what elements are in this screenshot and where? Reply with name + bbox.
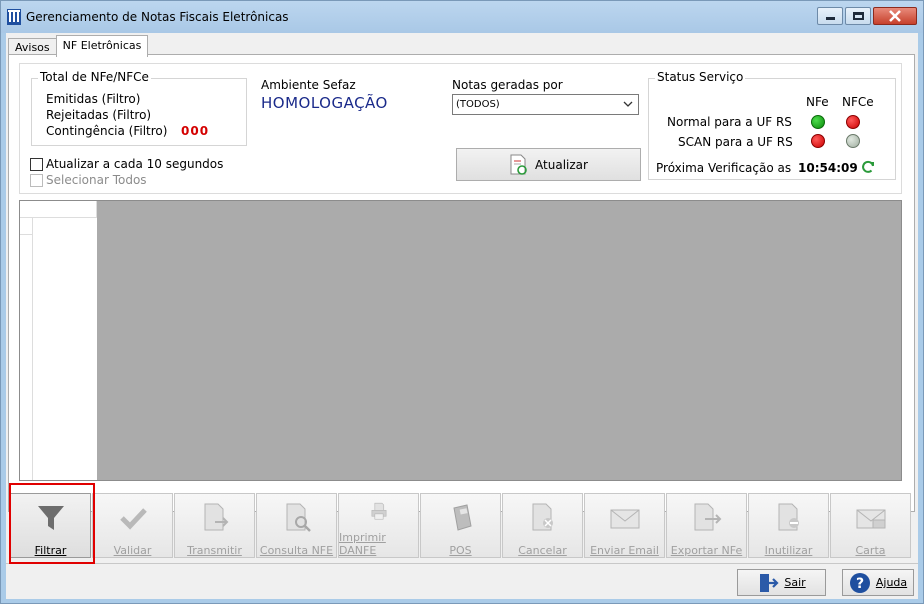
cancel-document-icon bbox=[532, 503, 553, 531]
notas-select-value: (TODOS) bbox=[456, 99, 500, 110]
app-window: Gerenciamento de Notas Fiscais Eletrônic… bbox=[0, 0, 924, 604]
pos-button[interactable]: POS bbox=[420, 493, 501, 558]
cancelar-label: Cancelar bbox=[518, 544, 567, 557]
status-row-scan: SCAN para a UF RS bbox=[678, 135, 793, 149]
grid-row-indicator bbox=[20, 218, 33, 480]
consulta-nfe-button[interactable]: Consulta NFE bbox=[256, 493, 337, 558]
help-icon: ? bbox=[849, 572, 870, 593]
status-scan-nfe-indicator bbox=[811, 134, 825, 148]
totals-group: Total de NFe/NFCe Emitidas (Filtro) Reje… bbox=[31, 70, 247, 146]
validar-label: Validar bbox=[113, 544, 152, 557]
close-button[interactable] bbox=[873, 7, 917, 25]
transmit-document-icon bbox=[204, 503, 228, 531]
refresh-icon[interactable] bbox=[860, 159, 876, 175]
notas-select[interactable]: (TODOS) bbox=[452, 94, 639, 115]
printer-icon bbox=[371, 502, 386, 520]
status-col-nfce: NFCe bbox=[842, 95, 874, 109]
totals-title: Total de NFe/NFCe bbox=[38, 70, 151, 84]
minimize-button[interactable] bbox=[817, 7, 843, 25]
maximize-button[interactable] bbox=[845, 7, 871, 25]
sair-label: Sair bbox=[784, 576, 806, 589]
footer-divider bbox=[6, 563, 918, 564]
selecionar-todos-checkbox: Selecionar Todos bbox=[30, 173, 147, 187]
grid-header bbox=[20, 201, 97, 218]
consulta-nfe-label: Consulta NFE bbox=[259, 544, 334, 557]
exit-icon bbox=[760, 573, 779, 592]
notas-label: Notas geradas por bbox=[452, 78, 563, 92]
minimize-icon bbox=[826, 17, 835, 20]
checkmark-icon bbox=[119, 508, 147, 530]
checkbox-box bbox=[30, 173, 43, 187]
cancelar-button[interactable]: Cancelar bbox=[502, 493, 583, 558]
imprimir-danfe-button[interactable]: Imprimir DANFE bbox=[338, 493, 419, 558]
void-document-icon bbox=[778, 503, 799, 531]
client-area: Avisos NF Eletrônicas Total de NFe/NFCe … bbox=[6, 33, 918, 599]
ambiente-label: Ambiente Sefaz bbox=[261, 78, 356, 92]
svg-text:?: ? bbox=[856, 576, 864, 592]
contingencia-label: Contingência (Filtro) bbox=[46, 124, 168, 138]
emitidas-label: Emitidas (Filtro) bbox=[46, 92, 141, 106]
exportar-nfe-label: Exportar NFe bbox=[670, 544, 743, 557]
refresh-document-icon bbox=[510, 154, 527, 175]
title-bar: Gerenciamento de Notas Fiscais Eletrônic… bbox=[1, 1, 923, 33]
window-title: Gerenciamento de Notas Fiscais Eletrônic… bbox=[26, 10, 289, 24]
ambiente-value: HOMOLOGAÇÃO bbox=[261, 94, 388, 112]
next-check-label: Próxima Verificação as bbox=[656, 161, 792, 175]
email-icon bbox=[610, 509, 639, 529]
status-normal-nfce-indicator bbox=[846, 115, 860, 129]
enviar-email-button[interactable]: Enviar Email bbox=[584, 493, 665, 558]
atualizar-checkbox[interactable]: Atualizar a cada 10 segundos bbox=[30, 157, 223, 171]
app-icon bbox=[7, 9, 21, 25]
rejeitadas-label: Rejeitadas (Filtro) bbox=[46, 108, 152, 122]
filtrar-highlight-frame bbox=[9, 483, 95, 564]
carta-label: Carta bbox=[855, 544, 886, 557]
transmitir-label: Transmitir bbox=[187, 544, 242, 557]
ajuda-label: Ajuda bbox=[875, 576, 908, 589]
status-col-nfe: NFe bbox=[806, 95, 829, 109]
contingencia-count: 000 bbox=[181, 124, 210, 138]
inutilizar-button[interactable]: Inutilizar bbox=[748, 493, 829, 558]
atualizar-button[interactable]: Atualizar bbox=[456, 148, 641, 181]
next-check-time: 10:54:09 bbox=[798, 161, 858, 175]
export-document-icon bbox=[694, 503, 721, 531]
tab-nf-eletronicas[interactable]: NF Eletrônicas bbox=[55, 35, 149, 57]
tab-panel-nf: Total de NFe/NFCe Emitidas (Filtro) Reje… bbox=[8, 54, 915, 512]
ajuda-button[interactable]: ? Ajuda bbox=[842, 569, 914, 596]
close-icon bbox=[889, 10, 901, 22]
selecionar-todos-label: Selecionar Todos bbox=[46, 173, 147, 187]
status-group: Status Serviço NFe NFCe Normal para a UF… bbox=[648, 70, 896, 180]
status-scan-nfce-indicator bbox=[846, 134, 860, 148]
notes-grid[interactable] bbox=[19, 200, 902, 481]
checkbox-box[interactable] bbox=[30, 157, 43, 171]
exportar-nfe-button[interactable]: Exportar NFe bbox=[666, 493, 747, 558]
atualizar-checkbox-label: Atualizar a cada 10 segundos bbox=[46, 157, 224, 171]
status-title: Status Serviço bbox=[655, 70, 746, 84]
search-document-icon bbox=[286, 503, 311, 532]
inutilizar-label: Inutilizar bbox=[764, 544, 813, 557]
imprimir-danfe-label: Imprimir DANFE bbox=[339, 531, 386, 557]
chevron-down-icon bbox=[623, 101, 633, 107]
letter-icon bbox=[856, 509, 885, 529]
atualizar-button-label: Atualizar bbox=[535, 157, 588, 172]
transmitir-button[interactable]: Transmitir bbox=[174, 493, 255, 558]
pos-label: POS bbox=[449, 544, 472, 557]
action-toolbar: Filtrar Validar Transmitir Consulta NFE … bbox=[10, 493, 914, 560]
filter-panel: Total de NFe/NFCe Emitidas (Filtro) Reje… bbox=[19, 63, 902, 194]
enviar-email-label: Enviar Email bbox=[590, 544, 659, 557]
maximize-icon bbox=[853, 12, 864, 20]
sair-button[interactable]: Sair bbox=[737, 569, 826, 596]
status-normal-nfe-indicator bbox=[811, 115, 825, 129]
status-row-normal: Normal para a UF RS bbox=[667, 115, 792, 129]
validar-button[interactable]: Validar bbox=[92, 493, 173, 558]
pos-terminal-icon bbox=[452, 504, 472, 531]
carta-button[interactable]: Carta bbox=[830, 493, 911, 558]
